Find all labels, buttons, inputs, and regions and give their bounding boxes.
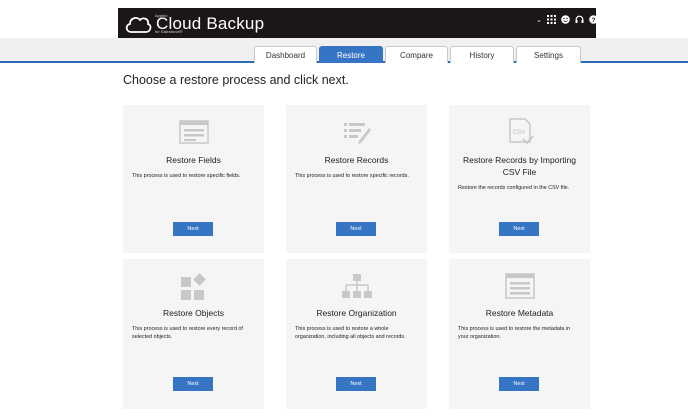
card-description: This process is used to restore specific… (132, 173, 241, 179)
card-title: Restore Metadata (485, 308, 554, 318)
top-bar: Appirio Cloud Backup for Salesforce® ⌄ ? (0, 0, 688, 38)
records-edit-icon (286, 120, 427, 144)
brand-small-top: Appirio (155, 13, 168, 18)
restore-metadata-card: Restore Metadata This process is used to… (449, 259, 590, 409)
tools-icon[interactable] (603, 15, 612, 26)
restore-records-card: Restore Records This process is used to … (286, 105, 427, 253)
top-icons: ⌄ ? (536, 15, 612, 26)
logo[interactable]: Appirio Cloud Backup for Salesforce® (124, 12, 264, 36)
headset-icon[interactable] (575, 15, 584, 26)
tab-settings[interactable]: Settings (516, 46, 581, 63)
tab-history[interactable]: History (450, 46, 514, 63)
card-description: This process is used to restore every re… (132, 326, 243, 340)
org-hierarchy-icon (286, 273, 427, 301)
restore-fields-next-button[interactable]: Next (173, 222, 213, 236)
help-icon[interactable]: ? (589, 15, 598, 26)
page-title: Choose a restore process and click next. (123, 73, 349, 87)
restore-csv-next-button[interactable]: Next (499, 222, 539, 236)
tab-restore[interactable]: Restore (319, 46, 383, 63)
card-title: Restore Records by Importing CSV File (463, 155, 576, 177)
restore-organization-card: Restore Organization This process is use… (286, 259, 427, 409)
card-description: This process is used to restore a whole … (295, 326, 406, 340)
card-description: Restore the records configured in the CS… (458, 185, 570, 191)
card-description: This process is used to restore the meta… (458, 326, 571, 340)
chevron-down-icon[interactable]: ⌄ (536, 16, 542, 25)
tab-compare[interactable]: Compare (385, 46, 448, 63)
card-title: Restore Organization (316, 308, 397, 318)
card-title: Restore Records (324, 155, 389, 165)
fields-form-icon (123, 120, 264, 144)
tab-dashboard[interactable]: Dashboard (254, 46, 317, 63)
objects-shapes-icon (123, 273, 264, 301)
restore-objects-next-button[interactable]: Next (173, 377, 213, 391)
restore-metadata-next-button[interactable]: Next (499, 377, 539, 391)
restore-fields-card: Restore Fields This process is used to r… (123, 105, 264, 253)
restore-objects-card: Restore Objects This process is used to … (123, 259, 264, 409)
restore-records-next-button[interactable]: Next (336, 222, 376, 236)
restore-organization-next-button[interactable]: Next (336, 377, 376, 391)
card-description: This process is used to restore specific… (295, 173, 409, 179)
csv-file-icon: CSV (449, 118, 590, 146)
brand-small-bottom: for Salesforce® (155, 29, 183, 34)
metadata-list-icon (449, 273, 590, 299)
card-title: Restore Objects (163, 308, 224, 318)
cloud-logo-icon (125, 17, 152, 33)
svg-text:CSV: CSV (512, 130, 524, 136)
apps-grid-icon[interactable] (546, 15, 556, 26)
restore-csv-card: CSV Restore Records by Importing CSV Fil… (449, 105, 590, 253)
smiley-icon[interactable] (561, 15, 570, 26)
svg-text:?: ? (591, 17, 595, 24)
card-title: Restore Fields (166, 155, 221, 165)
